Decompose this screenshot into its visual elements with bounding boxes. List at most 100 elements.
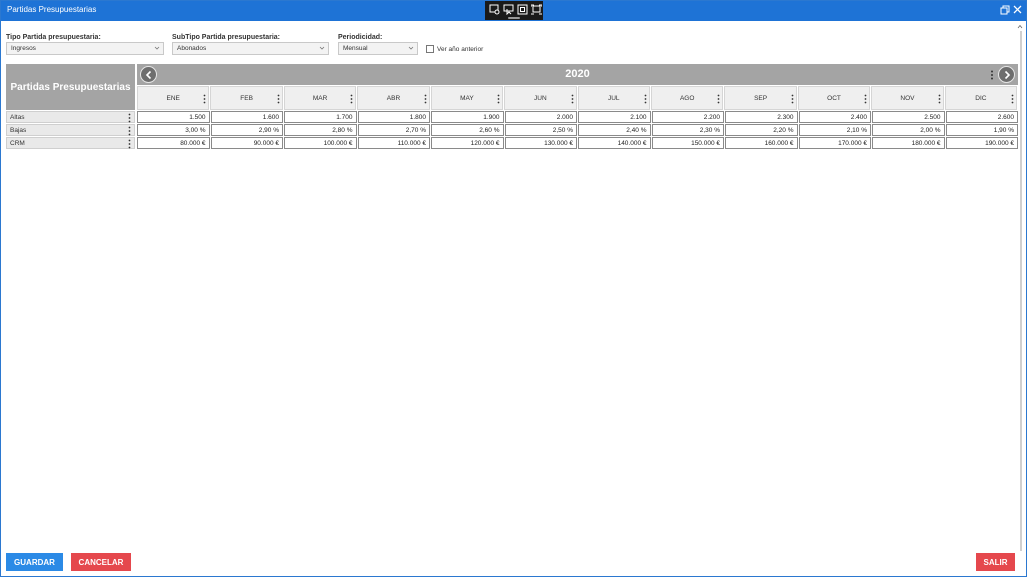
month-header-feb[interactable]: FEB: [210, 86, 283, 110]
more-vertical-icon[interactable]: [644, 94, 647, 104]
value-cell[interactable]: 80.000 €: [137, 137, 210, 149]
value-cell[interactable]: 2.100: [578, 111, 651, 123]
save-button[interactable]: GUARDAR: [6, 553, 63, 571]
month-header-oct[interactable]: OCT: [797, 86, 871, 110]
month-label: JUL: [607, 95, 620, 102]
value-cell[interactable]: 1.500: [137, 111, 210, 123]
month-label: ABR: [386, 95, 401, 102]
month-header-row: ENE FEB MAR ABR MAY JUN JUL AGO SEP OCT NOV DIC: [137, 86, 1018, 110]
cancel-button[interactable]: CANCELAR: [71, 553, 131, 571]
value-cell[interactable]: 2,20 %: [725, 124, 798, 136]
more-vertical-icon[interactable]: [864, 94, 867, 104]
month-label: JUN: [534, 95, 547, 102]
more-vertical-icon[interactable]: [717, 94, 720, 104]
more-vertical-icon[interactable]: [203, 94, 206, 104]
app-window: Partidas Presupuestarias Tipo Partida pr…: [0, 0, 1027, 577]
value-cell[interactable]: 170.000 €: [798, 137, 871, 149]
value-cell[interactable]: 2,80 %: [284, 124, 357, 136]
chevron-down-icon: [154, 46, 160, 50]
month-header-ene[interactable]: ENE: [137, 86, 210, 110]
value-cell[interactable]: 90.000 €: [210, 137, 283, 149]
year-header: 2020: [137, 64, 1018, 85]
month-header-mar[interactable]: MAR: [283, 86, 357, 110]
more-vertical-icon[interactable]: [424, 94, 427, 104]
more-vertical-icon[interactable]: [128, 126, 131, 136]
subtipo-select-value: Abonados: [177, 45, 207, 52]
value-cell[interactable]: 2,90 %: [210, 124, 283, 136]
tipo-select[interactable]: Ingresos: [6, 42, 164, 55]
snip-icon[interactable]: [489, 4, 500, 15]
value-cell[interactable]: 130.000 €: [504, 137, 577, 149]
capture-toolbar: [485, 1, 543, 20]
value-cell[interactable]: 2,10 %: [798, 124, 871, 136]
month-header-dic[interactable]: DIC: [944, 86, 1018, 110]
row-cells: 1.500 1.600 1.700 1.800 1.900 2.000 2.100 2.200…: [137, 111, 1019, 123]
value-cell[interactable]: 160.000 €: [725, 137, 798, 149]
value-cell[interactable]: 2.000: [504, 111, 577, 123]
ver-anterior-checkbox[interactable]: [426, 45, 434, 53]
value-cell[interactable]: 2.600: [945, 111, 1018, 123]
subtipo-select[interactable]: Abonados: [172, 42, 329, 55]
more-vertical-icon[interactable]: [128, 113, 131, 123]
value-cell[interactable]: 2,30 %: [651, 124, 724, 136]
month-header-nov[interactable]: NOV: [871, 86, 944, 110]
periodicidad-select-value: Mensual: [343, 45, 368, 52]
value-cell[interactable]: 2,60 %: [431, 124, 504, 136]
more-vertical-icon[interactable]: [128, 139, 131, 149]
close-icon[interactable]: [1012, 4, 1023, 15]
value-cell[interactable]: 2,40 %: [578, 124, 651, 136]
table-row: CRM 80.000 €90.000 €100.000 €110.000 €120…: [6, 137, 1018, 149]
value-cell[interactable]: 2.400: [798, 111, 871, 123]
window-snip-icon[interactable]: [517, 4, 528, 15]
value-cell[interactable]: 2.300: [725, 111, 798, 123]
more-vertical-icon[interactable]: [938, 94, 941, 104]
value-cell[interactable]: 1.700: [284, 111, 357, 123]
fullscreen-snip-icon[interactable]: [531, 4, 542, 15]
value-cell[interactable]: 1,90 %: [945, 124, 1018, 136]
exit-button[interactable]: SALIR: [976, 553, 1015, 571]
freeform-snip-icon[interactable]: [503, 4, 514, 15]
more-vertical-icon[interactable]: [990, 70, 994, 80]
value-cell[interactable]: 2,70 %: [357, 124, 430, 136]
month-header-ago[interactable]: AGO: [650, 86, 724, 110]
periodicidad-select[interactable]: Mensual: [338, 42, 418, 55]
value-cell[interactable]: 120.000 €: [431, 137, 504, 149]
more-vertical-icon[interactable]: [277, 94, 280, 104]
restore-icon[interactable]: [1000, 5, 1010, 15]
more-vertical-icon[interactable]: [350, 94, 353, 104]
value-cell[interactable]: 1.900: [431, 111, 504, 123]
year-label: 2020: [565, 68, 590, 80]
value-cell[interactable]: 190.000 €: [945, 137, 1018, 149]
table-row: Bajas 3,00 % 2,90 % 2,80 % 2,70 % 2,60 % 2,50 …: [6, 124, 1018, 136]
value-cell[interactable]: 180.000 €: [872, 137, 945, 149]
more-vertical-icon[interactable]: [571, 94, 574, 104]
row-label: Bajas: [10, 127, 27, 134]
month-header-sep[interactable]: SEP: [724, 86, 797, 110]
grid-corner-title: Partidas Presupuestarias: [6, 64, 135, 110]
value-cell[interactable]: 1.800: [357, 111, 430, 123]
month-header-jul[interactable]: JUL: [577, 86, 650, 110]
value-cell[interactable]: 3,00 %: [137, 124, 210, 136]
value-cell[interactable]: 2,50 %: [504, 124, 577, 136]
scrollbar[interactable]: [1018, 23, 1024, 553]
toolbar-handle[interactable]: [508, 17, 520, 19]
value-cell[interactable]: 100.000 €: [284, 137, 357, 149]
value-cell[interactable]: 2.200: [651, 111, 724, 123]
more-vertical-icon[interactable]: [497, 94, 500, 104]
value-cell[interactable]: 2.500: [872, 111, 945, 123]
value-cell[interactable]: 150.000 €: [651, 137, 724, 149]
table-row: Altas 1.500 1.600 1.700 1.800 1.900 2.000 2.100…: [6, 111, 1018, 123]
value-cell[interactable]: 1.600: [210, 111, 283, 123]
month-header-may[interactable]: MAY: [430, 86, 504, 110]
tipo-label: Tipo Partida presupuestaria:: [6, 34, 101, 41]
value-cell[interactable]: 2,00 %: [872, 124, 945, 136]
month-header-jun[interactable]: JUN: [504, 86, 577, 110]
month-header-abr[interactable]: ABR: [357, 86, 430, 110]
more-vertical-icon[interactable]: [1011, 94, 1014, 104]
value-cell[interactable]: 110.000 €: [357, 137, 430, 149]
value-cell[interactable]: 140.000 €: [578, 137, 651, 149]
next-year-button[interactable]: [998, 66, 1015, 83]
month-label: MAR: [312, 95, 328, 102]
more-vertical-icon[interactable]: [791, 94, 794, 104]
month-label: ENE: [166, 95, 180, 102]
